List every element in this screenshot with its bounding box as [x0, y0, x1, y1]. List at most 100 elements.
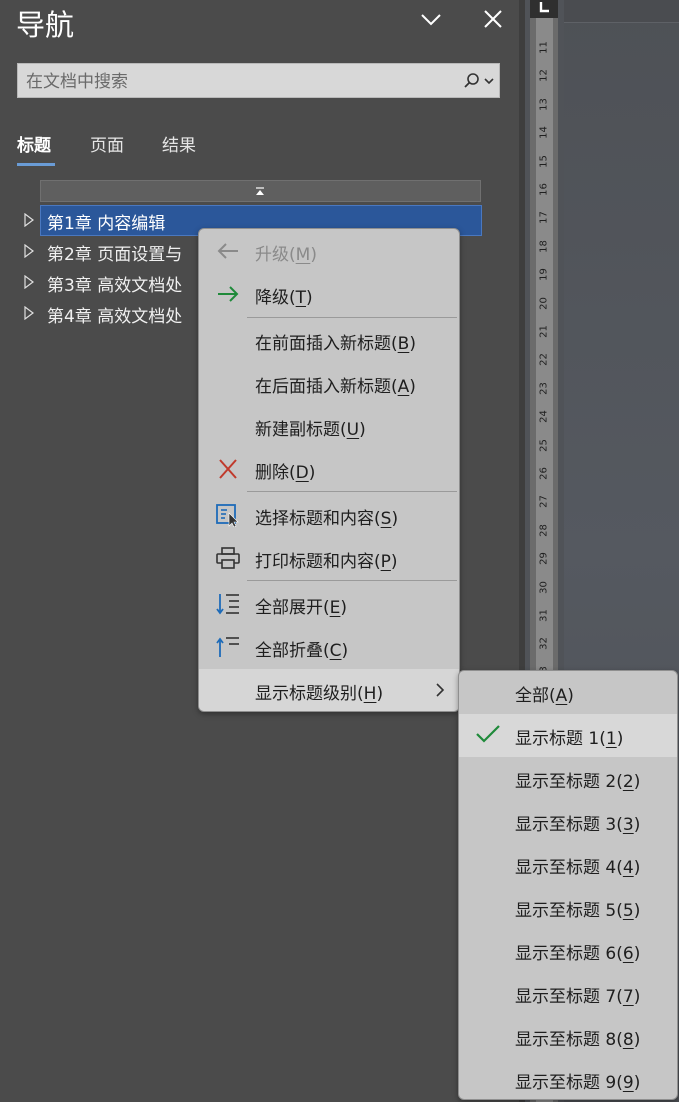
close-paren: ): [340, 598, 348, 618]
submenu-item-label: 全部(: [515, 686, 556, 706]
menu-item-collapse-all[interactable]: 全部折叠(C): [199, 626, 459, 668]
access-key: 4: [622, 858, 634, 878]
close-paren: ): [633, 1030, 641, 1050]
select-content-icon: [216, 504, 239, 527]
access-key: D: [295, 463, 309, 483]
submenu-item-label: 显示至标题 6(: [515, 944, 623, 964]
menu-item-delete[interactable]: 删除(D): [199, 448, 459, 490]
ruler-number: 25: [538, 438, 550, 452]
expand-all-icon: [216, 594, 239, 615]
delete-x-icon: [219, 459, 237, 479]
close-pane-button[interactable]: [480, 6, 506, 32]
pane-options-button[interactable]: [418, 6, 444, 32]
access-key: 6: [622, 944, 634, 964]
close-paren: ): [633, 987, 641, 1007]
ruler-number: 16: [538, 183, 550, 196]
expand-arrow-icon[interactable]: [24, 213, 34, 227]
tab-results[interactable]: 结果: [162, 131, 196, 156]
expand-arrow-icon[interactable]: [24, 244, 34, 258]
search-box[interactable]: [17, 63, 500, 98]
menu-item-insert-before[interactable]: 在前面插入新标题(B): [199, 319, 459, 361]
access-key: C: [329, 641, 342, 661]
submenu-item-label: 显示至标题 8(: [515, 1030, 623, 1050]
tab-pages[interactable]: 页面: [90, 131, 124, 156]
menu-item-demote[interactable]: 降级(T): [199, 273, 459, 315]
submenu-item-label: 显示至标题 3(: [515, 815, 623, 835]
access-key: A: [397, 377, 410, 397]
menu-item-label: 全部折叠(: [255, 641, 330, 661]
heading-label: 第1章 内容编辑: [47, 214, 166, 234]
tab-headings[interactable]: 标题: [17, 131, 51, 156]
close-paren: ): [567, 686, 574, 706]
ruler-number: 11: [538, 41, 550, 54]
chevron-down-icon[interactable]: [483, 75, 495, 87]
close-paren: ): [633, 772, 641, 792]
submenu-item-label: 显示至标题 2(: [515, 772, 623, 792]
submenu-item-level-5[interactable]: 显示至标题 5(5): [459, 886, 677, 929]
chevron-down-icon: [421, 14, 441, 26]
close-paren: ): [409, 377, 416, 397]
close-paren: ): [308, 463, 316, 483]
submenu-item-level-1[interactable]: 显示标题 1(1): [459, 714, 677, 757]
menu-item-select-content[interactable]: 选择标题和内容(S): [199, 494, 459, 536]
horizontal-ruler: [564, 0, 679, 23]
ruler-number: 27: [538, 495, 550, 509]
close-paren: ): [409, 334, 416, 354]
ruler-number: 24: [538, 410, 550, 424]
ruler-number: 32: [538, 637, 550, 651]
search-input[interactable]: [24, 68, 458, 96]
close-paren: ): [633, 1073, 641, 1093]
ruler-number: 23: [538, 381, 550, 395]
ruler-number: 17: [538, 211, 550, 225]
ruler-number: 29: [538, 552, 550, 566]
ruler-tab-selector[interactable]: [530, 0, 558, 18]
search-controls[interactable]: [463, 72, 495, 90]
close-paren: ): [633, 944, 641, 964]
ruler-number: 26: [538, 467, 550, 480]
submenu-item-level-3[interactable]: 显示至标题 3(3): [459, 800, 677, 843]
tab-stop-icon: [539, 2, 549, 13]
access-key: S: [380, 509, 392, 529]
close-paren: ): [633, 901, 641, 921]
menu-item-label: 显示标题级别(: [255, 684, 364, 704]
submenu-item-label: 显示标题 1(: [515, 729, 606, 749]
search-icon[interactable]: [463, 72, 481, 90]
submenu-item-level-6[interactable]: 显示至标题 6(6): [459, 929, 677, 972]
access-key: A: [555, 686, 568, 706]
submenu-item-level-9[interactable]: 显示至标题 9(9): [459, 1058, 677, 1101]
pane-title: 导航: [16, 8, 75, 42]
menu-item-expand-all[interactable]: 全部展开(E): [199, 583, 459, 625]
submenu-item-all[interactable]: 全部(A): [459, 671, 677, 714]
menu-item-insert-after[interactable]: 在后面插入新标题(A): [199, 362, 459, 404]
menu-item-new-subheading[interactable]: 新建副标题(U): [199, 405, 459, 447]
ruler-number: 12: [538, 69, 550, 83]
expand-arrow-icon[interactable]: [24, 306, 34, 320]
submenu-item-level-2[interactable]: 显示至标题 2(2): [459, 757, 677, 800]
menu-item-label: 打印标题和内容(: [255, 552, 381, 572]
submenu-item-level-4[interactable]: 显示至标题 4(4): [459, 843, 677, 886]
access-key: M: [295, 245, 311, 265]
menu-item-promote[interactable]: 升级(M): [199, 230, 459, 272]
expand-arrow-icon[interactable]: [24, 275, 34, 289]
access-key: U: [346, 420, 360, 440]
ruler-number: 13: [538, 97, 550, 111]
menu-item-label: 在前面插入新标题(: [255, 334, 398, 354]
close-paren: ): [616, 729, 624, 749]
menu-item-show-heading-levels[interactable]: 显示标题级别(H): [199, 669, 459, 711]
submenu-item-level-8[interactable]: 显示至标题 8(8): [459, 1015, 677, 1058]
close-paren: ): [391, 509, 399, 529]
menu-item-label: 选择标题和内容(: [255, 509, 381, 529]
close-paren: ): [341, 641, 349, 661]
close-icon: [484, 10, 502, 28]
ruler-number: 22: [538, 353, 550, 367]
ruler-number: 30: [538, 580, 550, 594]
chevron-right-icon: [436, 683, 445, 697]
menu-separator: [247, 317, 457, 318]
scroll-up-bar[interactable]: [40, 180, 481, 202]
arrow-left-icon: [217, 243, 238, 259]
arrow-right-icon: [218, 286, 239, 302]
ruler-number: 28: [538, 523, 550, 537]
menu-separator: [247, 491, 457, 492]
submenu-item-level-7[interactable]: 显示至标题 7(7): [459, 972, 677, 1015]
menu-item-print-content[interactable]: 打印标题和内容(P): [199, 537, 459, 579]
